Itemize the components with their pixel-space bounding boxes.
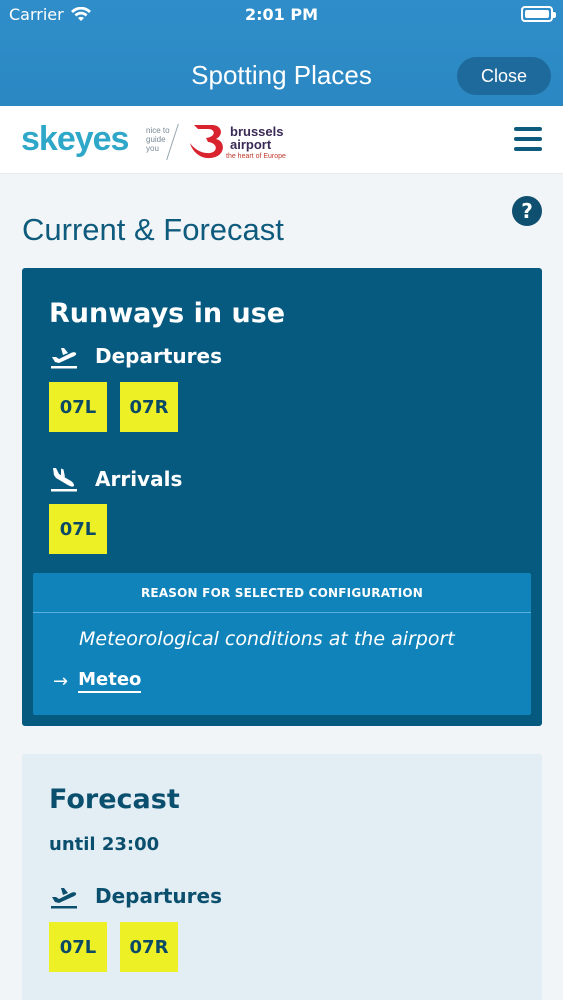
departures-runway-list: 07L 07R bbox=[49, 382, 178, 432]
runway-badge: 07L bbox=[49, 382, 107, 432]
hamburger-icon[interactable] bbox=[514, 127, 542, 151]
meteo-link-label[interactable]: Meteo bbox=[78, 669, 142, 693]
battery-icon bbox=[521, 6, 556, 22]
forecast-departures-section: Departures bbox=[49, 882, 222, 910]
top-bar: Carrier 2:01 PM Spotting Places Close bbox=[0, 0, 563, 106]
arrivals-runway-list: 07L bbox=[49, 504, 107, 554]
arrow-right-icon: → bbox=[53, 670, 69, 692]
runways-heading: Runways in use bbox=[49, 298, 286, 329]
brussels-airport-slogan: the heart of Europe bbox=[226, 153, 286, 160]
departures-section: Departures bbox=[49, 342, 222, 370]
forecast-heading: Forecast bbox=[49, 784, 180, 815]
brussels-airport-wordmark: brussels airport bbox=[230, 124, 284, 152]
takeoff-icon bbox=[51, 888, 77, 909]
skeyes-tagline: nice to guide you bbox=[146, 126, 170, 153]
reason-heading: REASON FOR SELECTED CONFIGURATION bbox=[33, 573, 531, 613]
forecast-card: Forecast until 23:00 Departures 07L 07R bbox=[22, 754, 542, 1000]
runway-badge: 07L bbox=[49, 922, 107, 972]
landing-icon bbox=[51, 468, 77, 492]
status-time: 2:01 PM bbox=[244, 5, 318, 24]
meteo-link[interactable]: → Meteo bbox=[53, 669, 142, 693]
page-title: Current & Forecast bbox=[22, 212, 284, 247]
departures-label: Departures bbox=[95, 344, 222, 368]
forecast-departures-runway-list: 07L 07R bbox=[49, 922, 178, 972]
close-button[interactable]: Close bbox=[457, 57, 551, 95]
reason-panel: REASON FOR SELECTED CONFIGURATION Meteor… bbox=[33, 573, 531, 715]
brand-header: skeyes nice to guide you brussels airpor… bbox=[0, 106, 563, 174]
arrivals-label: Arrivals bbox=[95, 467, 183, 491]
reason-text: Meteorological conditions at the airport bbox=[79, 628, 455, 650]
help-button[interactable]: ? bbox=[512, 196, 542, 226]
skeyes-logo[interactable]: skeyes bbox=[21, 120, 129, 159]
arrivals-section: Arrivals bbox=[49, 465, 182, 493]
current-runways-card: Runways in use Departures 07L 07R Arriva… bbox=[22, 268, 542, 726]
forecast-departures-label: Departures bbox=[95, 884, 222, 908]
runway-badge: 07R bbox=[120, 922, 178, 972]
status-bar: Carrier 2:01 PM bbox=[0, 0, 563, 30]
runway-badge: 07L bbox=[49, 504, 107, 554]
forecast-until: until 23:00 bbox=[49, 834, 160, 855]
runway-badge: 07R bbox=[120, 382, 178, 432]
takeoff-icon bbox=[51, 348, 77, 369]
